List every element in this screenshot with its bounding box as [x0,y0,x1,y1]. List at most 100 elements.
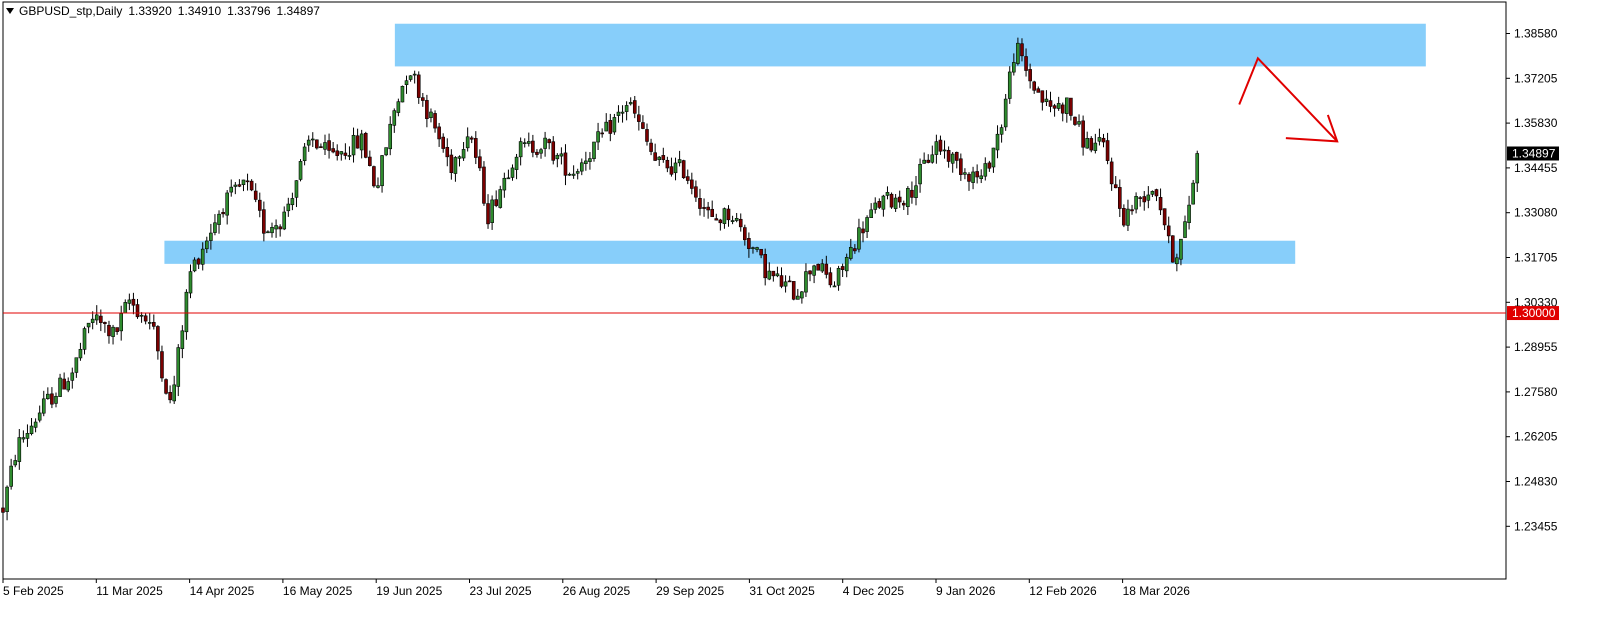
candle-body [1187,204,1191,223]
candle-body [816,263,820,271]
x-tick-label: 29 Sep 2025 [656,584,724,598]
candle-body [1077,121,1081,125]
candle-body [596,131,600,143]
chart-canvas[interactable]: 1.38580 1.37205 1.35830 1.34455 1.33080 1.317… [0,0,1604,617]
x-tick-label: 5 Feb 2025 [3,584,64,598]
candle-body [274,225,278,230]
candle-body [1060,104,1065,114]
candle-body [99,315,103,323]
candle-body [861,228,865,234]
candle-body [298,161,303,180]
candle-body [302,146,307,162]
candle-body [641,122,645,129]
candle-body [319,146,323,149]
candle-body [1195,153,1200,184]
y-tick-label: 1.23455 [1514,519,1558,533]
candle-body [783,281,788,287]
candle-body [152,322,156,327]
candle-body [1146,194,1151,201]
zone-resistance [394,23,1426,67]
candle-body [1081,120,1085,148]
candle-body [50,393,54,405]
candle-body [681,160,686,179]
candle-body [123,302,128,314]
candle-body [421,97,425,101]
candle-body [645,129,649,142]
candle-body [763,254,767,279]
candle-body [33,421,38,428]
candle-body [408,75,413,80]
candle-body [221,212,225,215]
candle-body [363,133,368,158]
current-price-label: 1.34897 [1512,146,1556,160]
candle-body [490,199,494,223]
candle-body [751,247,755,249]
candle-body [506,177,511,180]
candle-body [637,114,641,122]
candle-body [164,379,168,394]
candle-body [889,193,894,208]
candle-body [584,160,588,164]
candle-body [94,314,99,321]
candle-body [1126,208,1130,226]
candle-body [384,147,388,156]
y-tick-label: 1.26205 [1514,430,1558,444]
candle-body [1003,98,1008,128]
candle-body [963,172,967,175]
candle-body [906,188,910,208]
candle-body [706,206,710,211]
candle-body [1113,184,1118,189]
candle-body [1073,116,1077,125]
candle-body [543,137,547,149]
open-value: 1.33920 [128,4,172,18]
candle-body [918,163,922,185]
candle-body [241,179,246,185]
zone-support [164,240,1296,264]
candle-body [547,139,551,144]
candle-body [661,155,666,160]
candle-body [213,222,217,233]
candle-body [429,111,433,118]
candle-body [612,117,617,133]
candle-body [767,270,772,280]
candle-body [808,270,812,275]
candle-body [628,102,633,105]
candle-body [954,151,959,161]
candle-body [539,149,543,154]
candle-body [457,156,462,159]
candle-body [722,208,727,224]
candle-body [1024,56,1028,71]
x-tick-label: 4 Dec 2025 [843,584,905,598]
candle-body [469,137,474,140]
candle-body [478,156,482,169]
candle-body [991,147,996,168]
candle-body [901,202,906,206]
symbol-menu-icon[interactable] [6,8,14,14]
candle-body [111,326,115,337]
candle-body [355,135,360,149]
y-tick-label: 1.37205 [1514,71,1558,85]
candle-body [1020,43,1024,57]
candle-body [1016,42,1020,64]
candle-body [127,299,132,304]
low-value: 1.33796 [227,4,271,18]
candle-body [445,146,450,158]
candle-body [294,180,299,198]
x-tick-label: 12 Feb 2026 [1029,584,1097,598]
candle-body [245,180,250,183]
candle-body [942,149,947,152]
candle-body [775,273,780,277]
candle-body [869,209,873,218]
x-tick-label: 9 Jan 2026 [936,584,996,598]
candle-body [510,167,515,178]
candle-body [950,153,955,164]
candle-body [147,322,152,324]
candle-body [1170,235,1175,263]
candle-body [922,159,926,164]
candle-body [115,327,119,332]
candle-body [315,139,319,149]
y-tick-label: 1.31705 [1514,251,1558,265]
candle-body [779,275,784,287]
candle-body [620,111,625,114]
candle-body [559,153,564,157]
